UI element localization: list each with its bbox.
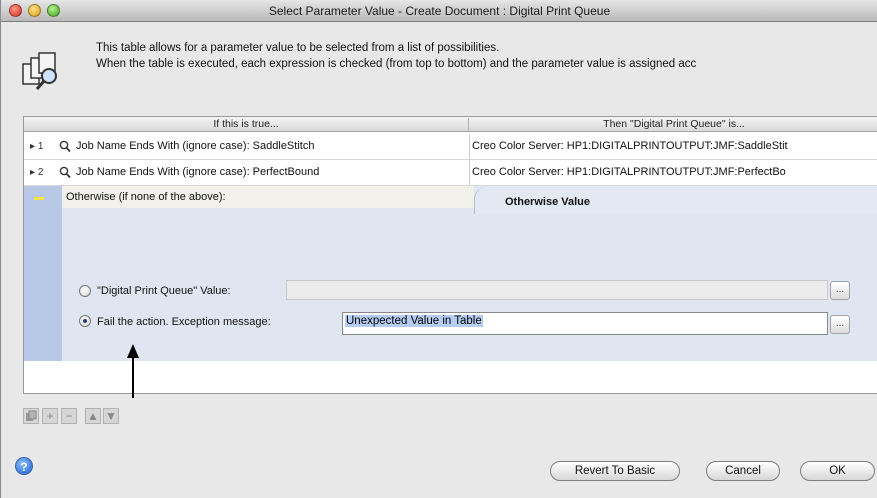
revert-to-basic-button[interactable]: Revert To Basic xyxy=(550,461,680,481)
value-option-label[interactable]: "Digital Print Queue" Value: xyxy=(97,285,231,297)
value-browse-button[interactable]: ... xyxy=(830,281,850,300)
condition-table: If this is true... Then "Digital Print Q… xyxy=(23,116,877,394)
title-bar[interactable]: Select Parameter Value - Create Document… xyxy=(1,0,877,22)
otherwise-tab-label: Otherwise Value xyxy=(505,196,590,208)
otherwise-row-marker[interactable] xyxy=(24,186,62,361)
add-row-button[interactable]: + xyxy=(42,408,58,424)
description-line-1: This table allows for a parameter value … xyxy=(96,42,500,54)
row-number: 1 xyxy=(37,141,44,152)
move-up-button[interactable]: ▲ xyxy=(85,408,101,424)
table-header: If this is true... Then "Digital Print Q… xyxy=(24,117,877,132)
row-value: Creo Color Server: HP1:DIGITALPRINTOUTPU… xyxy=(472,166,786,178)
row-disclosure-triangle[interactable]: ▸ 1 xyxy=(30,141,43,152)
column-divider xyxy=(469,134,470,160)
selection-indicator xyxy=(34,197,44,200)
copy-icon xyxy=(26,410,37,421)
fail-option-label[interactable]: Fail the action. Exception message: xyxy=(97,316,271,328)
help-icon[interactable]: ? xyxy=(15,457,33,475)
row-disclosure-triangle[interactable]: ▸ 2 xyxy=(30,167,43,178)
table-row[interactable]: ▸ 2 Job Name Ends With (ignore case): Pe… xyxy=(24,160,877,186)
column-divider xyxy=(469,160,470,186)
column-header-value[interactable]: Then "Digital Print Queue" is... xyxy=(469,118,877,130)
move-down-button[interactable]: ▼ xyxy=(103,408,119,424)
dialog-window: Select Parameter Value - Create Document… xyxy=(0,0,877,498)
row-condition: Job Name Ends With (ignore case): Perfec… xyxy=(76,166,320,178)
exception-message-field[interactable]: Unexpected Value in Table xyxy=(342,312,828,335)
table-row[interactable]: ▸ 1 Job Name Ends With (ignore case): Sa… xyxy=(24,134,877,160)
magnifier-icon[interactable] xyxy=(59,166,71,179)
row-condition: Job Name Ends With (ignore case): Saddle… xyxy=(76,140,315,152)
magnifier-icon[interactable] xyxy=(59,140,71,153)
exception-browse-button[interactable]: ... xyxy=(830,315,850,334)
value-field[interactable] xyxy=(286,280,828,300)
ok-button[interactable]: OK xyxy=(800,461,875,481)
column-header-condition[interactable]: If this is true... xyxy=(24,118,469,131)
copy-row-button[interactable] xyxy=(23,408,39,424)
row-value: Creo Color Server: HP1:DIGITALPRINTOUTPU… xyxy=(472,140,788,152)
row-number: 2 xyxy=(37,167,44,178)
parameter-table-icon xyxy=(22,52,57,90)
cancel-button[interactable]: Cancel xyxy=(706,461,780,481)
window-title: Select Parameter Value - Create Document… xyxy=(268,4,611,18)
otherwise-label: Otherwise (if none of the above): xyxy=(66,191,226,203)
description-line-2: When the table is executed, each express… xyxy=(96,58,697,70)
value-option-radio[interactable] xyxy=(79,285,91,297)
remove-row-button[interactable]: − xyxy=(61,408,77,424)
fail-option-radio[interactable] xyxy=(79,315,91,327)
exception-message-text: Unexpected Value in Table xyxy=(345,315,483,327)
